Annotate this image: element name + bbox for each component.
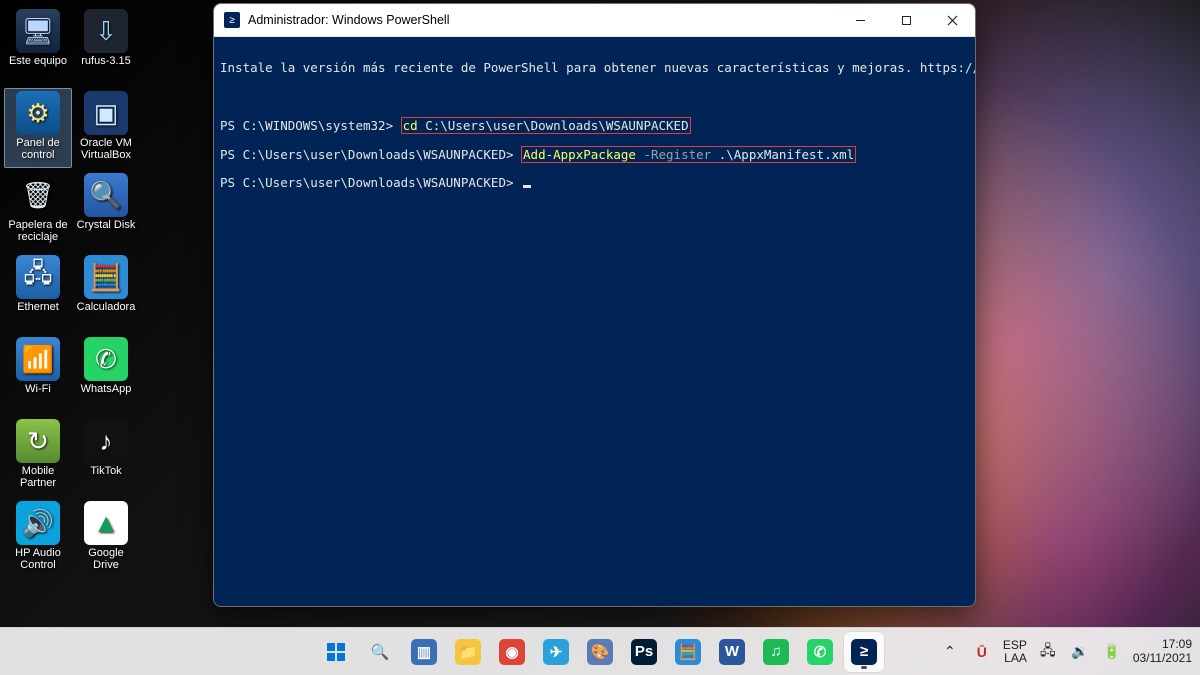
terminal-output[interactable]: Instale la versión más reciente de Power…	[214, 37, 975, 606]
clock[interactable]: 17:09 03/11/2021	[1133, 638, 1192, 666]
desktop-icon-label: WhatsApp	[81, 383, 132, 395]
system-tray: ⌃ Ū ESP LAA 🖧 🔉 🔋 17:09 03/11/2021	[939, 638, 1192, 666]
window-title: Administrador: Windows PowerShell	[248, 13, 837, 27]
desktop-icon-ethernet[interactable]: 🖧 Ethernet	[4, 252, 72, 332]
oracle-vm-virtualbox-icon: ▣	[84, 91, 128, 135]
taskbar-task-view-button[interactable]: ▥	[404, 632, 444, 672]
file-explorer-icon: 📁	[455, 639, 481, 665]
taskbar-photoshop-button[interactable]: Ps	[624, 632, 664, 672]
tiktok-icon: ♪	[84, 419, 128, 463]
word-icon: W	[719, 639, 745, 665]
close-button[interactable]	[929, 4, 975, 37]
powershell-icon: ≥	[851, 639, 877, 665]
desktop-icon-label: Oracle VM VirtualBox	[74, 137, 138, 161]
telegram-icon: ✈	[543, 639, 569, 665]
taskbar-start-button[interactable]	[316, 632, 356, 672]
desktop-icon-rufus-3-15[interactable]: ⇩ rufus-3.15	[72, 6, 140, 86]
papelera-de-reciclaje-icon: 🗑	[16, 173, 60, 217]
desktop-icon-label: Este equipo	[9, 55, 67, 67]
taskbar-word-button[interactable]: W	[712, 632, 752, 672]
este-equipo-icon: 🖥	[16, 9, 60, 53]
taskbar-whatsapp-button[interactable]: ✆	[800, 632, 840, 672]
desktop-icon-label: Crystal Disk	[77, 219, 136, 231]
desktop-icon-oracle-vm-virtualbox[interactable]: ▣Oracle VM VirtualBox	[72, 88, 140, 168]
command-line-3: PS C:\Users\user\Downloads\WSAUNPACKED>	[220, 176, 969, 190]
taskbar-center-apps: 🔍 ▥ 📁 ◉ ✈ 🎨 Ps 🧮 W ♫ ✆ ≥	[316, 632, 884, 672]
mcafee-tray-icon[interactable]: Ū	[971, 644, 993, 660]
taskbar-spotify-button[interactable]: ♫	[756, 632, 796, 672]
taskbar-file-explorer-button[interactable]: 📁	[448, 632, 488, 672]
battery-tray-icon[interactable]: 🔋	[1101, 643, 1123, 660]
calculator-icon: 🧮	[675, 639, 701, 665]
taskbar-paint-button[interactable]: 🎨	[580, 632, 620, 672]
maximize-button[interactable]	[883, 4, 929, 37]
wi-fi-icon: 📶	[16, 337, 60, 381]
ethernet-icon: 🖧	[16, 255, 60, 299]
clock-time: 17:09	[1162, 638, 1192, 652]
whatsapp-icon: ✆	[84, 337, 128, 381]
desktop-icon-este-equipo[interactable]: 🖥 Este equipo	[4, 6, 72, 86]
desktop-icon-crystal-disk[interactable]: 🔍 Crystal Disk	[72, 170, 140, 250]
whatsapp-icon: ✆	[807, 639, 833, 665]
desktop-icon-label: Calculadora	[77, 301, 136, 313]
crystal-disk-icon: 🔍	[84, 173, 128, 217]
chrome-icon: ◉	[499, 639, 525, 665]
taskbar-search-button[interactable]: 🔍	[360, 632, 400, 672]
desktop-icon-calculadora[interactable]: 🧮 Calculadora	[72, 252, 140, 332]
minimize-button[interactable]	[837, 4, 883, 37]
paint-icon: 🎨	[587, 639, 613, 665]
desktop-icon-wi-fi[interactable]: 📶 Wi-Fi	[4, 334, 72, 414]
command-line-2: PS C:\Users\user\Downloads\WSAUNPACKED> …	[220, 148, 969, 162]
desktop-icon-label: Mobile Partner	[6, 465, 70, 489]
task-view-icon: ▥	[411, 639, 437, 665]
network-tray-icon[interactable]: 🖧	[1037, 640, 1059, 664]
desktop-icon-label: Google Drive	[74, 547, 138, 571]
powershell-icon: ≥	[224, 12, 240, 28]
desktop-icon-hp-audio-control[interactable]: 🔊HP Audio Control	[4, 498, 72, 578]
desktop-icon-papelera-de-reciclaje[interactable]: 🗑Papelera de reciclaje	[4, 170, 72, 250]
desktop-icon-panel-de-control[interactable]: ⚙Panel de control	[4, 88, 72, 168]
command-line-1: PS C:\WINDOWS\system32> cd C:\Users\user…	[220, 119, 969, 133]
taskbar-chrome-button[interactable]: ◉	[492, 632, 532, 672]
mobile-partner-icon: ↻	[16, 419, 60, 463]
clock-date: 03/11/2021	[1133, 652, 1192, 666]
taskbar[interactable]: 🔍 ▥ 📁 ◉ ✈ 🎨 Ps 🧮 W ♫ ✆ ≥ ⌃ Ū ESP LAA 🖧 🔉 🔋 17:09 03…	[0, 627, 1200, 675]
photoshop-icon: Ps	[631, 639, 657, 665]
desktop-icon-label: TikTok	[90, 465, 121, 477]
tray-overflow-chevron-icon[interactable]: ⌃	[939, 643, 961, 660]
desktop-icon-google-drive[interactable]: ▲Google Drive	[72, 498, 140, 578]
taskbar-telegram-button[interactable]: ✈	[536, 632, 576, 672]
start-icon	[323, 639, 349, 665]
spotify-icon: ♫	[763, 639, 789, 665]
search-icon: 🔍	[367, 639, 393, 665]
hp-audio-control-icon: 🔊	[16, 501, 60, 545]
desktop-icon-whatsapp[interactable]: ✆ WhatsApp	[72, 334, 140, 414]
google-drive-icon: ▲	[84, 501, 128, 545]
desktop-icon-label: rufus-3.15	[81, 55, 131, 67]
desktop-icon-mobile-partner[interactable]: ↻Mobile Partner	[4, 416, 72, 496]
desktop-icon-label: HP Audio Control	[6, 547, 70, 571]
window-titlebar[interactable]: ≥ Administrador: Windows PowerShell	[214, 4, 975, 37]
calculadora-icon: 🧮	[84, 255, 128, 299]
taskbar-calculator-button[interactable]: 🧮	[668, 632, 708, 672]
taskbar-powershell-button[interactable]: ≥	[844, 632, 884, 672]
terminal-cursor	[523, 185, 531, 188]
language-indicator[interactable]: ESP LAA	[1003, 639, 1027, 664]
desktop-icon-label: Ethernet	[17, 301, 59, 313]
desktop-icon-label: Wi-Fi	[25, 383, 51, 395]
banner-line: Instale la versión más reciente de Power…	[220, 61, 969, 75]
desktop-icon-label: Panel de control	[6, 137, 70, 161]
desktop-icon-tiktok[interactable]: ♪ TikTok	[72, 416, 140, 496]
panel-de-control-icon: ⚙	[16, 91, 60, 135]
powershell-window[interactable]: ≥ Administrador: Windows PowerShell Inst…	[213, 3, 976, 607]
volume-tray-icon[interactable]: 🔉	[1069, 643, 1091, 660]
desktop-icon-label: Papelera de reciclaje	[6, 219, 70, 243]
rufus-3-15-icon: ⇩	[84, 9, 128, 53]
